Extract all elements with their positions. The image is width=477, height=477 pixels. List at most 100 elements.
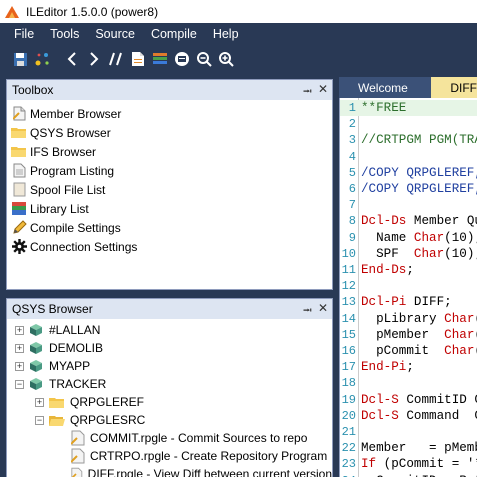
zoom-in-icon [219, 52, 234, 67]
code-line[interactable]: 15 pMember Char( [340, 327, 477, 343]
line-number: 20 [341, 408, 356, 423]
toolbox-item-program-listing[interactable]: Program Listing [7, 161, 332, 180]
spool-icon [11, 182, 27, 198]
toolbar [0, 45, 477, 73]
tree-member-crtrpo[interactable]: CRTRPO.rpgle - Create Repository Program [7, 447, 332, 465]
folder-icon [11, 125, 27, 141]
tab-welcome[interactable]: Welcome [339, 77, 432, 98]
print-button[interactable] [172, 48, 192, 70]
title-bar: ILEditor 1.5.0.0 (power8) [0, 0, 477, 23]
close-icon[interactable]: ✕ [318, 82, 328, 103]
expand-icon[interactable]: + [35, 397, 44, 407]
code-line[interactable]: 2 [340, 116, 477, 132]
code-line[interactable]: 23 If (pCommit = '* [340, 456, 477, 472]
code-line[interactable]: 4 [340, 149, 477, 165]
code-line[interactable]: 3 //CRTPGM PGM(TRA [340, 132, 477, 148]
line-number: 23 [341, 457, 356, 472]
comment-button[interactable] [106, 48, 126, 70]
code-text: pLibrary Char( [361, 311, 477, 326]
toolbox-item-connection-settings[interactable]: Connection Settings [7, 237, 332, 256]
zoom-in-button[interactable] [216, 48, 236, 70]
tree-member-commit[interactable]: COMMIT.rpgle - Commit Sources to repo [7, 429, 332, 447]
code-line[interactable]: 5/COPY QRPGLEREF, [340, 165, 477, 181]
toolbox-item-spool-file-list[interactable]: Spool File List [7, 180, 332, 199]
code-line[interactable]: 18 [340, 375, 477, 391]
toolbox-item-ifs-browser[interactable]: IFS Browser [7, 142, 332, 161]
print-icon [175, 52, 189, 66]
code-line[interactable]: 1 **FREE [340, 100, 477, 117]
pin-icon[interactable]: ⭲ [303, 301, 312, 322]
zoom-out-button[interactable] [194, 48, 214, 70]
new-member-button[interactable] [128, 48, 148, 70]
code-line[interactable]: 13 Dcl-Pi DIFF; [340, 294, 477, 310]
comment-icon [109, 52, 122, 66]
code-line[interactable]: 24 CommitID = Ret [340, 473, 477, 477]
code-line[interactable]: 11 End-Ds; [340, 262, 477, 278]
connect-icon [35, 53, 49, 66]
code-line[interactable]: 16 pCommit Char( [340, 343, 477, 359]
tree-library-lallan[interactable]: + #LALLAN [7, 321, 332, 339]
line-number: 6 [348, 182, 356, 196]
collapse-icon[interactable]: − [35, 415, 44, 425]
library-cube-icon [30, 360, 42, 372]
tree-library-tracker[interactable]: − TRACKER [7, 375, 332, 393]
code-line[interactable]: 19 Dcl-S CommitID C [340, 392, 477, 408]
tree-file-qrpgleref[interactable]: + QRPGLEREF [7, 393, 332, 411]
code-line[interactable]: 20 Dcl-S Command C [340, 408, 477, 424]
code-line[interactable]: 21 [340, 424, 477, 440]
pin-icon[interactable]: ⭲ [303, 82, 312, 103]
close-icon[interactable]: ✕ [318, 301, 328, 322]
code-line[interactable]: 7 [340, 197, 477, 213]
qsys-browser-panel: QSYS Browser ⭲ ✕ + #LALLAN + DEMOLIB + M… [6, 298, 333, 477]
code-text: Dcl-Ds Member Qu [361, 214, 477, 229]
gear-icon [11, 239, 27, 255]
code-line[interactable]: 22 Member = pMemb [340, 440, 477, 456]
library-button[interactable] [150, 48, 170, 70]
tab-diff[interactable]: DIFF [431, 77, 477, 98]
tree-file-qrpglesrc[interactable]: − QRPGLESRC [7, 411, 332, 429]
line-number: 15 [341, 327, 356, 342]
code-line[interactable]: 17 End-Pi; [340, 359, 477, 375]
line-number: 14 [341, 311, 356, 326]
code-text: Member = pMemb [361, 441, 477, 456]
forward-button[interactable] [84, 48, 104, 70]
expand-icon[interactable]: + [15, 361, 24, 371]
save-button[interactable] [10, 48, 30, 70]
toolbox-item-library-list[interactable]: Library List [7, 199, 332, 218]
code-line[interactable]: 6/COPY QRPGLEREF, [340, 181, 477, 197]
line-number: 1 [348, 101, 356, 115]
menu-bar: File Tools Source Compile Help [0, 23, 477, 45]
menu-source[interactable]: Source [87, 27, 143, 41]
code-text: End-Pi; [361, 360, 414, 375]
code-text: pMember Char( [361, 327, 477, 342]
connect-button[interactable] [32, 48, 52, 70]
menu-help[interactable]: Help [205, 27, 247, 41]
toolbox-item-qsys-browser[interactable]: QSYS Browser [7, 123, 332, 142]
expand-icon[interactable]: + [15, 343, 24, 353]
line-number: 9 [348, 230, 356, 245]
code-editor[interactable]: 1 **FREE 2 3 //CRTPGM PGM(TRA 4 5/COPY QRPGLER… [339, 98, 477, 477]
menu-file[interactable]: File [0, 27, 42, 41]
toolbox-item-member-browser[interactable]: Member Browser [7, 104, 332, 123]
toolbox-title-bar: Toolbox ⭲ ✕ [7, 80, 332, 100]
tree-library-myapp[interactable]: + MYAPP [7, 357, 332, 375]
back-button[interactable] [62, 48, 82, 70]
tree-library-demolib[interactable]: + DEMOLIB [7, 339, 332, 357]
line-number: 16 [341, 344, 356, 358]
line-number: 24 [340, 473, 356, 477]
line-number: 17 [341, 360, 356, 375]
code-text: Dcl-S CommitID C [361, 392, 477, 407]
expand-icon[interactable]: + [15, 325, 24, 335]
menu-compile[interactable]: Compile [143, 27, 205, 41]
toolbox-item-compile-settings[interactable]: Compile Settings [7, 218, 332, 237]
code-line[interactable]: 10 SPF Char(10); [340, 246, 477, 262]
code-line[interactable]: 12 [340, 278, 477, 294]
tree-member-diff[interactable]: DIFF.rpgle - View Diff between current v… [7, 465, 332, 477]
code-line[interactable]: 8 Dcl-Ds Member Qu [340, 213, 477, 229]
code-line[interactable]: 14 pLibrary Char( [340, 311, 477, 327]
code-text: /COPY QRPGLEREF, [361, 182, 477, 196]
code-line[interactable]: 9 Name Char(10); [340, 230, 477, 246]
collapse-icon[interactable]: − [15, 379, 24, 389]
code-text: SPF Char(10); [361, 246, 477, 261]
menu-tools[interactable]: Tools [42, 27, 87, 41]
